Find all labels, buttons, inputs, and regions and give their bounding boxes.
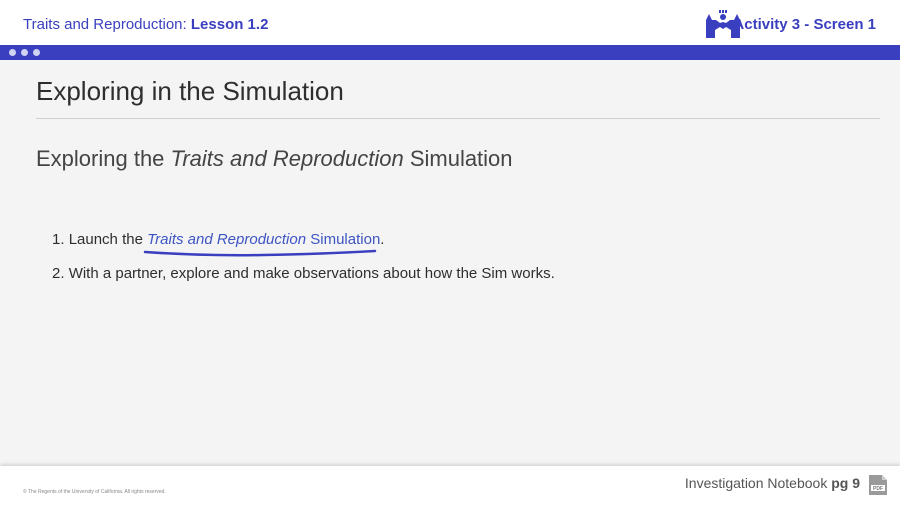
step-number: 2. [52, 265, 65, 282]
nav-dot[interactable] [33, 49, 40, 56]
notebook-page: pg 9 [831, 475, 860, 491]
title-divider [36, 118, 880, 119]
page-subtitle: Exploring the Traits and Reproduction Si… [36, 146, 513, 172]
nav-dot[interactable] [9, 49, 16, 56]
top-header: Traits and Reproduction: Lesson 1.2 Acti… [0, 0, 900, 45]
progress-nav-bar [0, 45, 900, 60]
activity-screen-label: Activity 3 - Screen 1 [733, 16, 876, 33]
svg-text:PDF: PDF [873, 486, 883, 492]
link-italic: Traits and Reproduction [147, 231, 307, 248]
subtitle-suffix: Simulation [403, 146, 513, 171]
notebook-reference: Investigation Notebook pg 9 [685, 475, 860, 491]
nav-dot[interactable] [21, 49, 28, 56]
notebook-label: Investigation Notebook [684, 475, 828, 491]
link-highlight-underline [143, 249, 377, 257]
subtitle-italic: Traits and Reproduction [170, 146, 404, 171]
lesson-breadcrumb: Traits and Reproduction: Lesson 1.2 [23, 16, 268, 33]
step-number: 1. [52, 231, 65, 248]
step-suffix: . [380, 231, 385, 248]
unit-title: Traits and Reproduction: [23, 16, 187, 33]
page-title: Exploring in the Simulation [36, 76, 344, 106]
pdf-icon[interactable]: PDF [868, 474, 888, 496]
instruction-list: 1. Launch the Traits and Reproduction Si… [52, 231, 555, 299]
link-text: Simulation [306, 231, 381, 248]
subtitle-prefix: Exploring the [36, 146, 171, 171]
copyright-notice: © The Regents of the University of Calif… [23, 489, 166, 495]
step-text: With a partner, explore and make observa… [68, 265, 555, 282]
step-text: Launch the [68, 231, 148, 248]
list-item: 2. With a partner, explore and make obse… [52, 265, 555, 299]
simulation-link[interactable]: Traits and Reproduction Simulation [147, 231, 380, 248]
lesson-label: Lesson 1.2 [190, 16, 269, 33]
footer: © The Regents of the University of Calif… [0, 466, 900, 506]
